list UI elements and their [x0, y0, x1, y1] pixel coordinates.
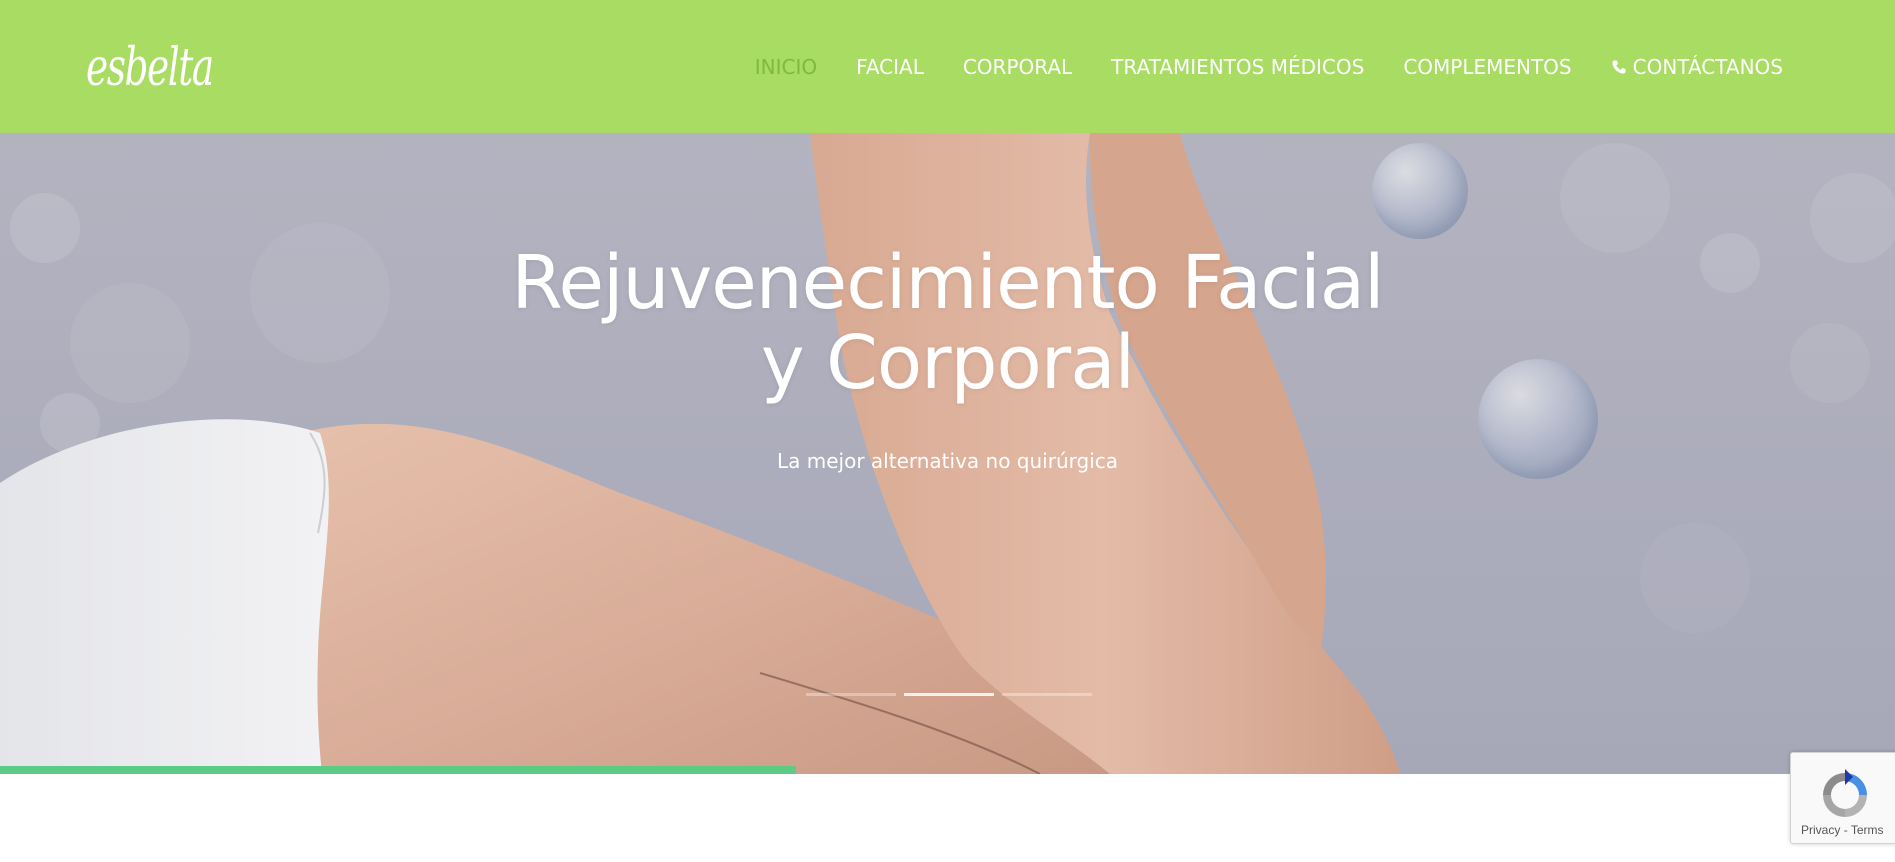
- site-header: esbelta INICIO FACIAL CORPORAL TRATAMIEN…: [0, 0, 1895, 133]
- slider-progress-fill: [0, 766, 796, 774]
- hero-title-line1: Rejuvenecimiento Facial: [511, 240, 1384, 326]
- nav-item-facial[interactable]: FACIAL: [856, 55, 924, 79]
- recaptcha-icon: [1823, 769, 1867, 817]
- slider-pagination: [806, 693, 1092, 696]
- hero-title-line2: y Corporal: [760, 320, 1135, 406]
- hero-slider: Rejuvenecimiento Facial y Corporal La me…: [0, 133, 1895, 774]
- recaptcha-badge[interactable]: Privacy - Terms: [1790, 752, 1895, 844]
- main-nav: INICIO FACIAL CORPORAL TRATAMIENTOS MÉDI…: [716, 50, 1783, 84]
- hero-title: Rejuvenecimiento Facial y Corporal: [0, 243, 1895, 403]
- slider-dot-2[interactable]: [904, 693, 994, 696]
- nav-item-complementos[interactable]: COMPLEMENTOS: [1403, 55, 1571, 79]
- nav-item-corporal[interactable]: CORPORAL: [963, 55, 1072, 79]
- slider-progress-bar: [0, 766, 1895, 774]
- slider-dot-1[interactable]: [806, 693, 896, 696]
- hero-subtitle: La mejor alternativa no quirúrgica: [777, 449, 1118, 473]
- brand-logo[interactable]: esbelta: [86, 30, 242, 100]
- logo-text: esbelta: [86, 38, 214, 98]
- recaptcha-links: Privacy - Terms: [1791, 823, 1895, 837]
- recaptcha-privacy-link[interactable]: Privacy: [1801, 823, 1840, 837]
- recaptcha-separator: -: [1843, 823, 1848, 837]
- phone-icon: [1612, 60, 1626, 74]
- slider-dot-3[interactable]: [1002, 693, 1092, 696]
- nav-item-contactanos[interactable]: CONTÁCTANOS: [1611, 55, 1783, 79]
- nav-item-contactanos-label: CONTÁCTANOS: [1632, 55, 1783, 79]
- decorative-bubble: [1372, 143, 1468, 239]
- nav-item-tratamientos-medicos[interactable]: TRATAMIENTOS MÉDICOS: [1111, 55, 1364, 79]
- nav-item-inicio[interactable]: INICIO: [755, 55, 817, 79]
- recaptcha-terms-link[interactable]: Terms: [1851, 823, 1884, 837]
